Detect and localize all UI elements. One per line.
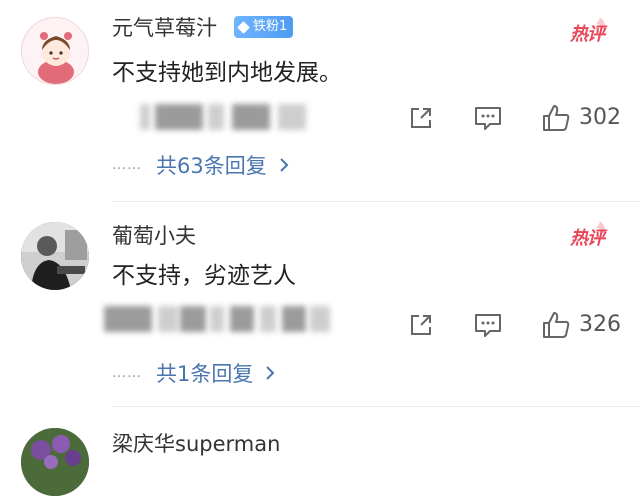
hot-comment-tag: 热评 <box>568 14 612 48</box>
username[interactable]: 梁庆华superman <box>112 432 280 456</box>
avatar-illustration <box>22 18 88 84</box>
comment-divider <box>112 201 640 202</box>
avatar[interactable] <box>21 17 89 85</box>
diamond-icon <box>237 20 250 34</box>
comment-item: 葡萄小夫 热评 不支持，劣迹艺人 326 …… 共1条回复 <box>0 206 640 407</box>
fan-badge[interactable]: 铁粉1 <box>234 16 294 38</box>
replies-count-label: 共63条回复 <box>156 154 267 178</box>
hot-comment-label: 热评 <box>570 228 605 249</box>
comment-item: 元气草莓汁 铁粉1 热评 不支持她到内地发展。 302 …… 共63条回复 <box>0 0 640 202</box>
view-replies-link[interactable]: …… 共1条回复 <box>112 358 275 388</box>
avatar-photo <box>21 222 89 290</box>
chevron-right-icon <box>280 158 289 172</box>
comment-button[interactable] <box>473 311 503 339</box>
comment-text: 不支持她到内地发展。 <box>112 60 342 86</box>
comment-icon <box>475 107 501 130</box>
replies-dots: …… <box>112 365 142 381</box>
username[interactable]: 葡萄小夫 <box>112 224 196 248</box>
avatar[interactable] <box>21 428 89 496</box>
view-replies-link[interactable]: …… 共63条回复 <box>112 150 289 180</box>
fan-badge-label: 铁粉1 <box>253 19 288 34</box>
thumbs-up-icon <box>543 105 570 131</box>
replies-count-label: 共1条回复 <box>156 362 254 386</box>
comment-button[interactable] <box>473 104 503 132</box>
share-button[interactable] <box>407 311 435 339</box>
share-icon <box>411 315 431 335</box>
like-count: 326 <box>579 312 621 337</box>
avatar-flower-photo <box>21 428 89 496</box>
like-count: 302 <box>579 105 621 130</box>
comment-icon <box>475 314 501 337</box>
avatar[interactable] <box>21 222 89 290</box>
replies-dots: …… <box>112 157 142 173</box>
hot-comment-label: 热评 <box>570 24 605 45</box>
like-button[interactable]: 326 <box>541 310 621 340</box>
comment-text: 不支持，劣迹艺人 <box>112 263 296 289</box>
chevron-right-icon <box>266 366 275 380</box>
comment-item: 梁庆华superman <box>0 408 640 496</box>
username[interactable]: 元气草莓汁 <box>112 16 217 40</box>
share-button[interactable] <box>407 104 435 132</box>
hot-comment-tag: 热评 <box>568 218 612 252</box>
comment-divider <box>112 406 640 407</box>
thumbs-up-icon <box>543 312 570 338</box>
share-icon <box>411 108 431 128</box>
like-button[interactable]: 302 <box>541 103 621 133</box>
